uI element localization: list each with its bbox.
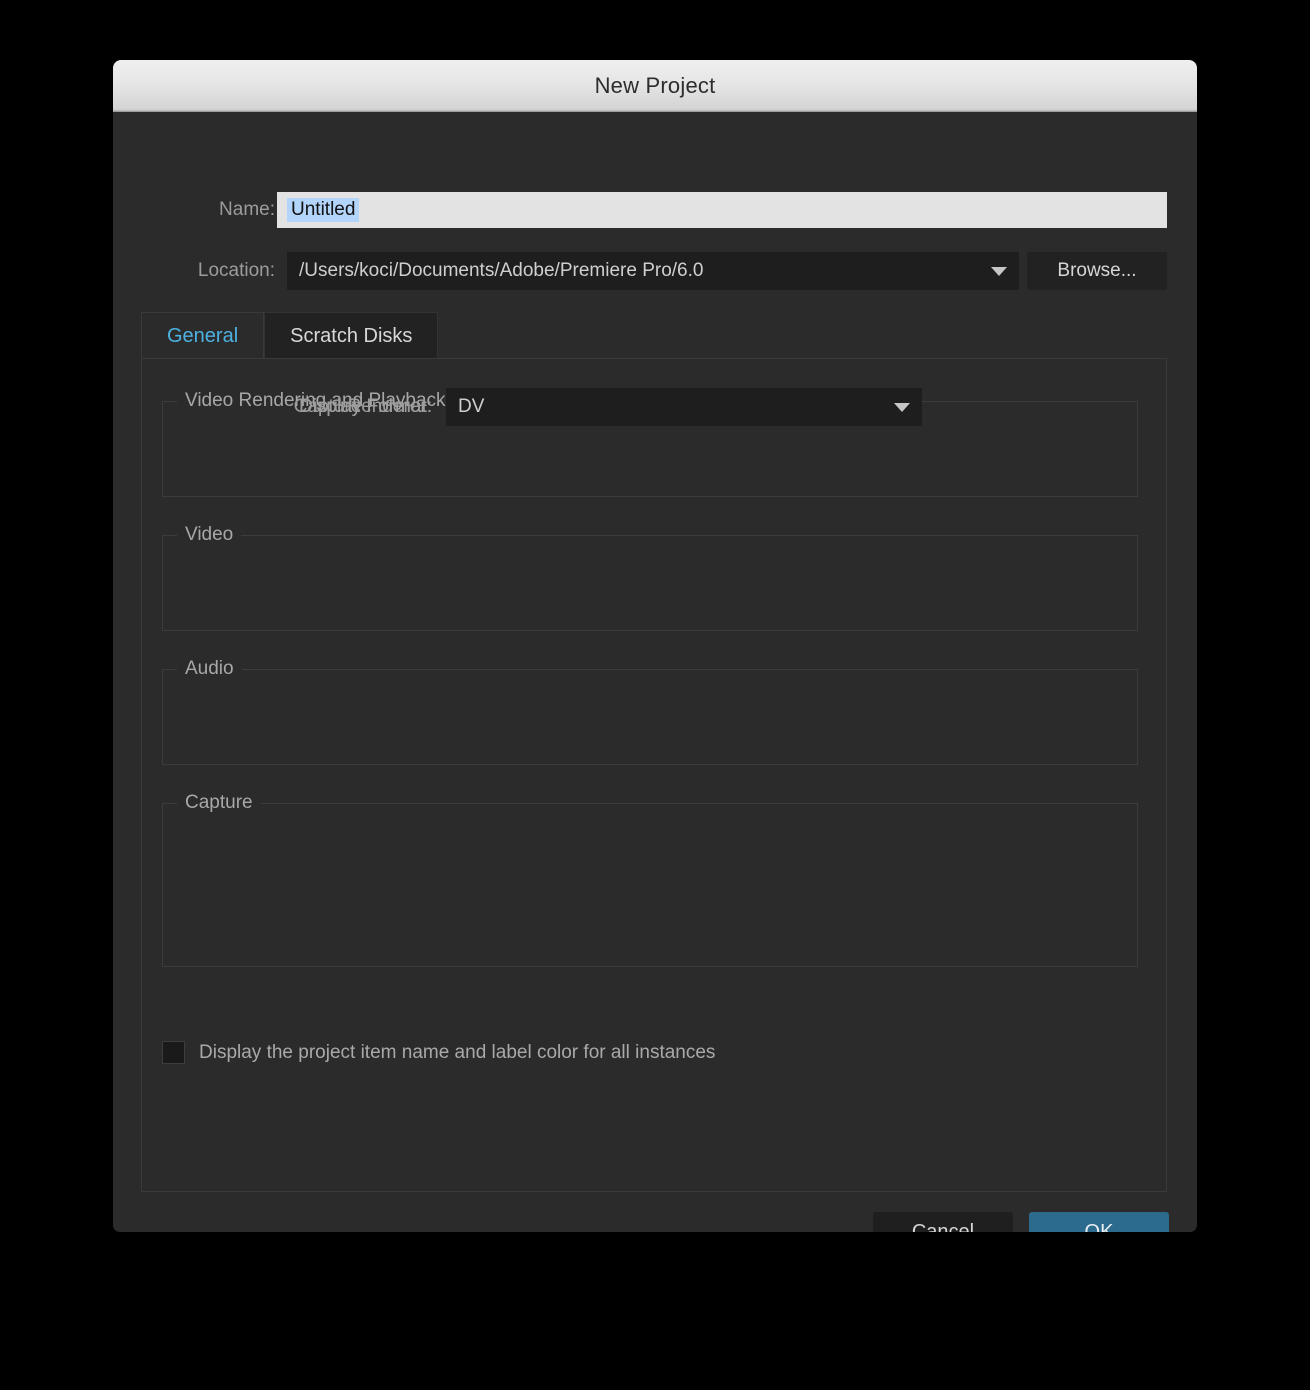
capture-format-row: Capture Format: DV: [228, 388, 922, 426]
capture-format-label: Capture Format:: [293, 396, 432, 417]
capture-format-value: DV: [458, 396, 485, 417]
location-value: /Users/koci/Documents/Adobe/Premiere Pro…: [299, 260, 704, 281]
browse-button[interactable]: Browse...: [1027, 252, 1167, 290]
display-project-item-name-checkbox[interactable]: [162, 1041, 185, 1064]
new-project-dialog: New Project Name: Untitled Location: /Us…: [113, 60, 1197, 1232]
location-label: Location:: [197, 260, 275, 281]
dialog-footer: Cancel OK: [873, 1212, 1169, 1232]
group-capture: Capture: [162, 792, 1138, 967]
tab-general[interactable]: General: [141, 312, 265, 359]
project-name-value: Untitled: [287, 197, 360, 223]
display-project-item-name-row[interactable]: Display the project item name and label …: [162, 1041, 715, 1064]
name-label: Name:: [219, 199, 275, 220]
tab-bar: General Scratch Disks: [141, 312, 439, 359]
location-row: Location: /Users/koci/Documents/Adobe/Pr…: [113, 252, 1197, 290]
group-video: Video: [162, 524, 1138, 631]
display-project-item-name-label: Display the project item name and label …: [199, 1041, 716, 1063]
cancel-button[interactable]: Cancel: [873, 1212, 1013, 1232]
dialog-titlebar: New Project: [113, 60, 1197, 112]
group-audio: Audio: [162, 658, 1138, 765]
group-title-capture: Capture: [177, 792, 261, 814]
name-row: Name: Untitled: [113, 192, 1197, 228]
tab-scratch-disks[interactable]: Scratch Disks: [264, 312, 439, 359]
project-name-input[interactable]: Untitled: [277, 192, 1167, 228]
ok-button[interactable]: OK: [1029, 1212, 1169, 1232]
chevron-down-icon: [894, 402, 910, 412]
capture-format-dropdown[interactable]: DV: [446, 388, 922, 426]
general-tab-panel: Video Rendering and Playback Renderer: M…: [141, 358, 1167, 1192]
location-dropdown[interactable]: /Users/koci/Documents/Adobe/Premiere Pro…: [287, 252, 1019, 290]
dialog-title: New Project: [594, 72, 716, 98]
group-title-video: Video: [177, 524, 242, 546]
group-title-audio: Audio: [177, 658, 242, 680]
chevron-down-icon: [991, 266, 1007, 276]
